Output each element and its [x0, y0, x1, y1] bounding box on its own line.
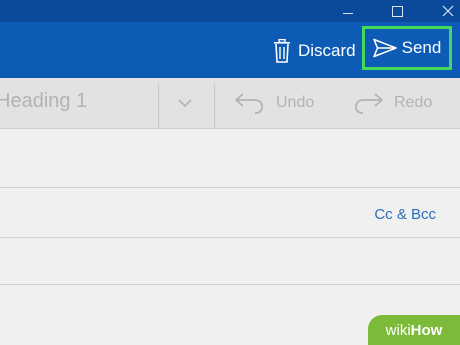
- close-icon: [442, 5, 454, 17]
- trash-icon: [274, 39, 290, 63]
- undo-label: Undo: [276, 94, 315, 111]
- watermark-wiki: wiki: [385, 321, 411, 339]
- redo-button[interactable]: Redo: [354, 90, 432, 116]
- field-separator: [0, 187, 460, 188]
- field-separator: [0, 237, 460, 238]
- chevron-down-icon: [178, 99, 192, 108]
- undo-arrow-icon: [235, 93, 263, 114]
- field-separator: [0, 284, 460, 285]
- redo-arrow-icon: [355, 93, 383, 114]
- maximize-button[interactable]: [383, 0, 411, 22]
- minimize-icon: [343, 12, 353, 14]
- maximize-icon: [391, 5, 403, 17]
- ribbon-divider: [214, 84, 215, 128]
- minimize-button[interactable]: [334, 0, 362, 22]
- command-bar: Discard Send: [0, 22, 460, 78]
- discard-button[interactable]: Discard: [272, 37, 356, 65]
- cc-bcc-link[interactable]: Cc & Bcc: [374, 206, 436, 223]
- redo-label: Redo: [394, 94, 433, 111]
- wikihow-watermark: wiki How: [368, 315, 460, 345]
- watermark-how: How: [410, 321, 443, 339]
- send-button[interactable]: Send: [362, 26, 452, 70]
- style-dropdown-button[interactable]: [174, 92, 196, 114]
- format-ribbon: Heading 1 Undo Redo: [0, 78, 460, 129]
- send-label: Send: [401, 38, 442, 57]
- title-bar: [0, 0, 460, 22]
- mail-compose-window: Discard Send Heading 1 Undo Redo Cc & Bc…: [0, 0, 460, 345]
- discard-label: Discard: [298, 41, 356, 60]
- undo-button[interactable]: Undo: [234, 90, 314, 116]
- close-button[interactable]: [434, 0, 460, 22]
- compose-fields: Cc & Bcc: [0, 129, 460, 345]
- ribbon-divider: [158, 84, 159, 128]
- send-plane-icon: [372, 38, 397, 58]
- paragraph-style-value[interactable]: Heading 1: [0, 90, 87, 113]
